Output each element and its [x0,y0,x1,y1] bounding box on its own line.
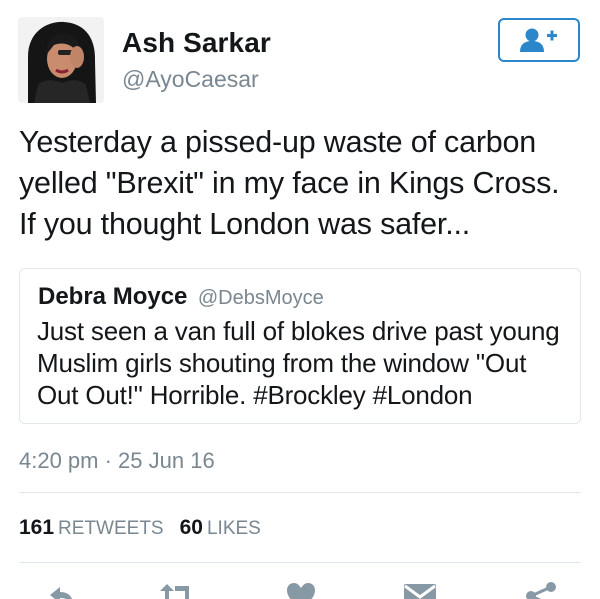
divider [19,562,581,563]
author-avatar[interactable] [18,17,104,103]
author-handle[interactable]: @AyoCaesar [122,66,259,93]
quoted-tweet-text: Just seen a van full of blokes drive pas… [37,316,560,410]
like-heart-icon [287,583,315,599]
tweet-text: Yesterday a pissed-up waste of carbon ye… [19,125,560,241]
author-display-name[interactable]: Ash Sarkar [122,27,271,59]
reply-icon [50,587,73,599]
retweet-icon [160,584,194,599]
tweet-timestamp[interactable]: 4:20 pm · 25 Jun 16 [19,448,215,474]
likes-label[interactable]: LIKES [207,518,261,539]
engagement-stats: 161 RETWEETS 60 LIKES [19,516,277,540]
direct-message-icon [404,584,436,599]
retweets-count[interactable]: 161 [19,516,54,539]
quoted-author-name: Debra Moyce [38,283,188,310]
reply-button[interactable] [46,581,76,599]
direct-message-button[interactable] [402,581,438,599]
quoted-author-handle: @DebsMoyce [197,287,324,309]
retweet-button[interactable] [157,581,197,599]
retweets-label[interactable]: RETWEETS [58,518,164,539]
follow-button[interactable] [498,18,580,62]
avatar-photo [18,17,104,103]
likes-count[interactable]: 60 [180,516,203,539]
divider [19,492,581,493]
share-icon [526,582,556,599]
like-button[interactable] [285,581,317,599]
quoted-tweet-card[interactable]: Debra Moyce @DebsMoyce Just seen a van f… [19,268,581,424]
follow-person-plus-icon [520,28,557,52]
quoted-tweet-header: Debra Moyce @DebsMoyce [38,283,324,311]
share-button[interactable] [524,581,558,599]
